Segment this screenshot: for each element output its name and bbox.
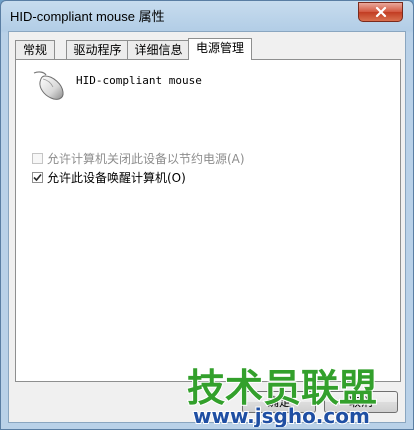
checkmark-icon [33, 173, 42, 182]
tab-details[interactable]: 详细信息 [127, 40, 190, 59]
device-name: HID-compliant mouse [76, 74, 202, 87]
close-icon [375, 6, 386, 18]
option-allow-wake[interactable]: 允许此设备唤醒计算机(O) [32, 169, 186, 186]
watermark-url: www.jsgho.com [193, 404, 370, 427]
option-allow-power-off: 允许计算机关闭此设备以节约电源(A) [32, 150, 245, 167]
allow-power-off-label: 允许计算机关闭此设备以节约电源(A) [47, 152, 245, 166]
allow-power-off-checkbox [32, 153, 43, 164]
tab-power-management[interactable]: 电源管理 [188, 38, 252, 60]
tab-driver[interactable]: 驱动程序 [66, 40, 129, 59]
watermark-logo: 技术员联盟 www.jsgho.com [187, 365, 378, 427]
allow-wake-label: 允许此设备唤醒计算机(O) [47, 171, 186, 185]
close-button[interactable] [358, 2, 403, 22]
properties-dialog: HID-compliant mouse 属性 常规 驱动程序 详细信息 电源管理 [0, 0, 414, 430]
mouse-icon [33, 71, 64, 100]
tab-general[interactable]: 常规 [15, 40, 55, 59]
window-title: HID-compliant mouse 属性 [10, 9, 165, 24]
power-management-panel: HID-compliant mouse 允许计算机关闭此设备以节约电源(A) 允… [15, 59, 401, 382]
allow-wake-checkbox[interactable] [32, 172, 43, 183]
